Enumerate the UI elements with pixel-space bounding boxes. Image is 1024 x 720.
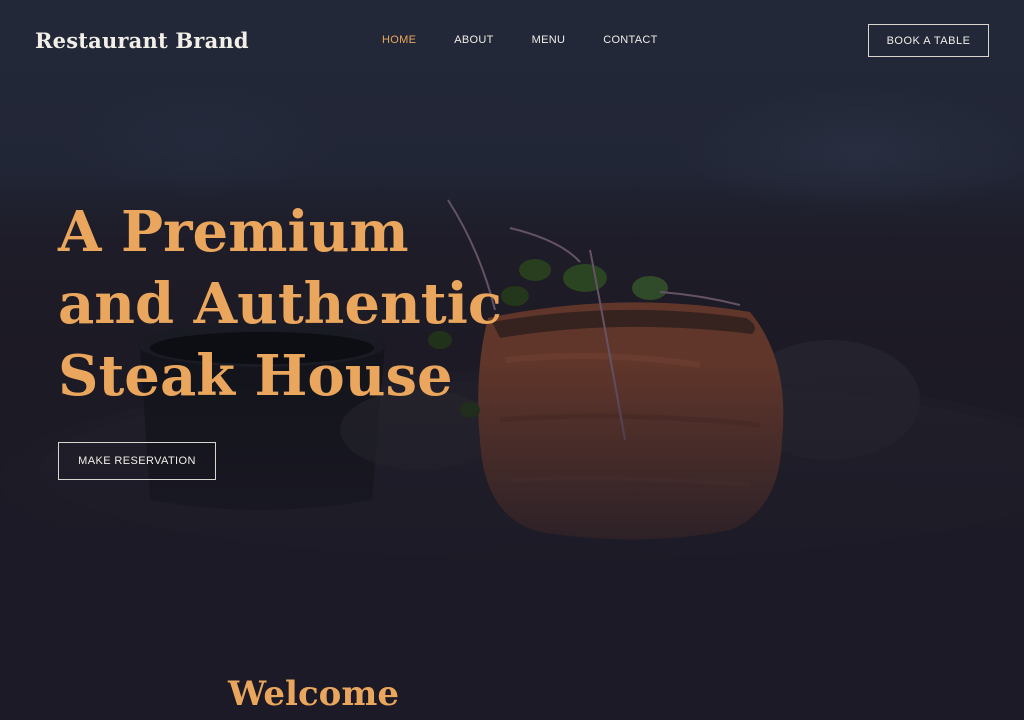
page: Restaurant Brand HOME ABOUT MENU CONTACT… [0, 0, 1024, 720]
site-header: Restaurant Brand HOME ABOUT MENU CONTACT… [0, 0, 1024, 82]
main-nav: HOME ABOUT MENU CONTACT [382, 34, 658, 46]
hero-headline: A Premium and Authentic Steak House [58, 196, 528, 412]
brand-logo[interactable]: Restaurant Brand [35, 28, 249, 53]
nav-item-menu[interactable]: MENU [532, 34, 566, 46]
nav-item-contact[interactable]: CONTACT [603, 34, 657, 46]
nav-item-about[interactable]: ABOUT [454, 34, 493, 46]
hero-headline-line-1: A Premium [58, 199, 409, 265]
hero-headline-line-2: and Authentic [58, 271, 502, 337]
hero-headline-line-3: Steak House [58, 343, 453, 409]
make-reservation-button[interactable]: MAKE RESERVATION [58, 442, 216, 480]
welcome-heading: Welcome [228, 674, 399, 714]
nav-item-home[interactable]: HOME [382, 34, 416, 46]
book-table-button[interactable]: BOOK A TABLE [868, 24, 989, 57]
